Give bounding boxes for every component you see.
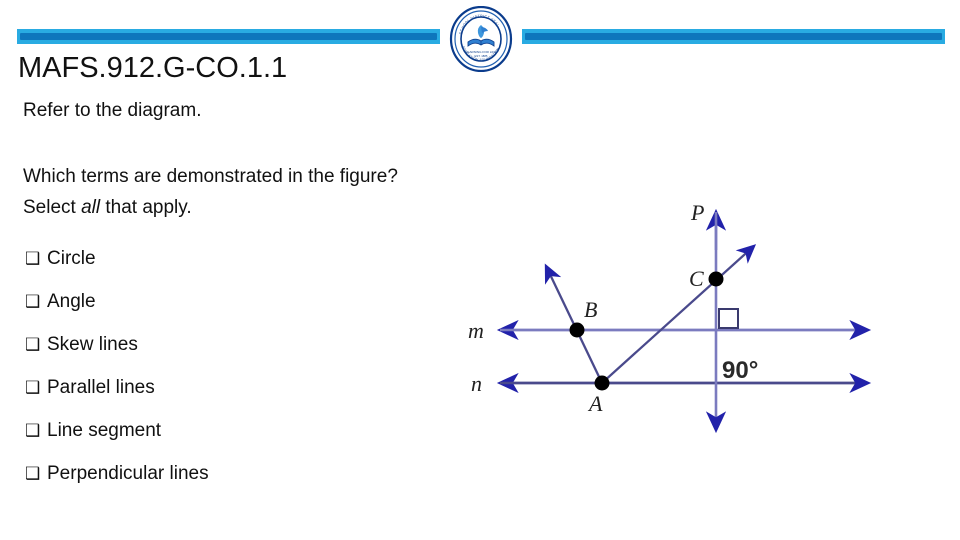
geometry-figure: m n P B A C 90°	[440, 190, 940, 460]
checkbox-icon[interactable]: ❑	[25, 421, 47, 440]
question-line-2-suffix: that apply.	[100, 197, 192, 218]
school-seal-logo: SCHOOL DISTRICT SEAL EDUCATION FOUNDATIO…	[448, 5, 514, 73]
accent-bar-right	[522, 29, 945, 44]
choice-label: Angle	[47, 291, 96, 312]
label-angle-measure: 90°	[722, 357, 758, 384]
choice-label: Parallel lines	[47, 377, 155, 398]
choice-perpendicular-lines[interactable]: ❑ Perpendicular lines	[25, 463, 425, 506]
choice-circle[interactable]: ❑ Circle	[25, 248, 425, 291]
accent-bar-left	[17, 29, 440, 44]
checkbox-icon[interactable]: ❑	[25, 335, 47, 354]
checkbox-icon[interactable]: ❑	[25, 249, 47, 268]
label-line-n: n	[471, 371, 482, 396]
choice-label: Skew lines	[47, 334, 138, 355]
label-point-a: A	[587, 391, 603, 416]
question-emphasis: all	[81, 197, 101, 218]
choice-label: Perpendicular lines	[47, 463, 209, 484]
choice-line-segment[interactable]: ❑ Line segment	[25, 420, 425, 463]
right-angle-mark	[718, 308, 739, 329]
checkbox-icon[interactable]: ❑	[25, 464, 47, 483]
label-line-m: m	[468, 318, 484, 343]
label-point-b: B	[584, 297, 597, 322]
answer-choice-list: ❑ Circle ❑ Angle ❑ Skew lines ❑ Parallel…	[25, 248, 425, 506]
choice-label: Circle	[47, 248, 96, 269]
svg-text:EST. 1885: EST. 1885	[475, 54, 488, 58]
label-line-p: P	[690, 200, 704, 225]
checkbox-icon[interactable]: ❑	[25, 378, 47, 397]
point-b-dot	[569, 322, 585, 338]
page-title: MAFS.912.G-CO.1.1	[18, 52, 288, 84]
choice-angle[interactable]: ❑ Angle	[25, 291, 425, 334]
point-a-dot	[594, 375, 610, 391]
instruction-text: Refer to the diagram.	[23, 100, 202, 121]
point-c-dot	[708, 271, 724, 287]
label-point-c: C	[689, 266, 704, 291]
choice-label: Line segment	[47, 420, 162, 441]
choice-parallel-lines[interactable]: ❑ Parallel lines	[25, 377, 425, 420]
question-line-2-prefix: Select	[23, 197, 82, 218]
question-line-1: Which terms are demonstrated in the figu…	[23, 166, 398, 187]
choice-skew-lines[interactable]: ❑ Skew lines	[25, 334, 425, 377]
checkbox-icon[interactable]: ❑	[25, 292, 47, 311]
